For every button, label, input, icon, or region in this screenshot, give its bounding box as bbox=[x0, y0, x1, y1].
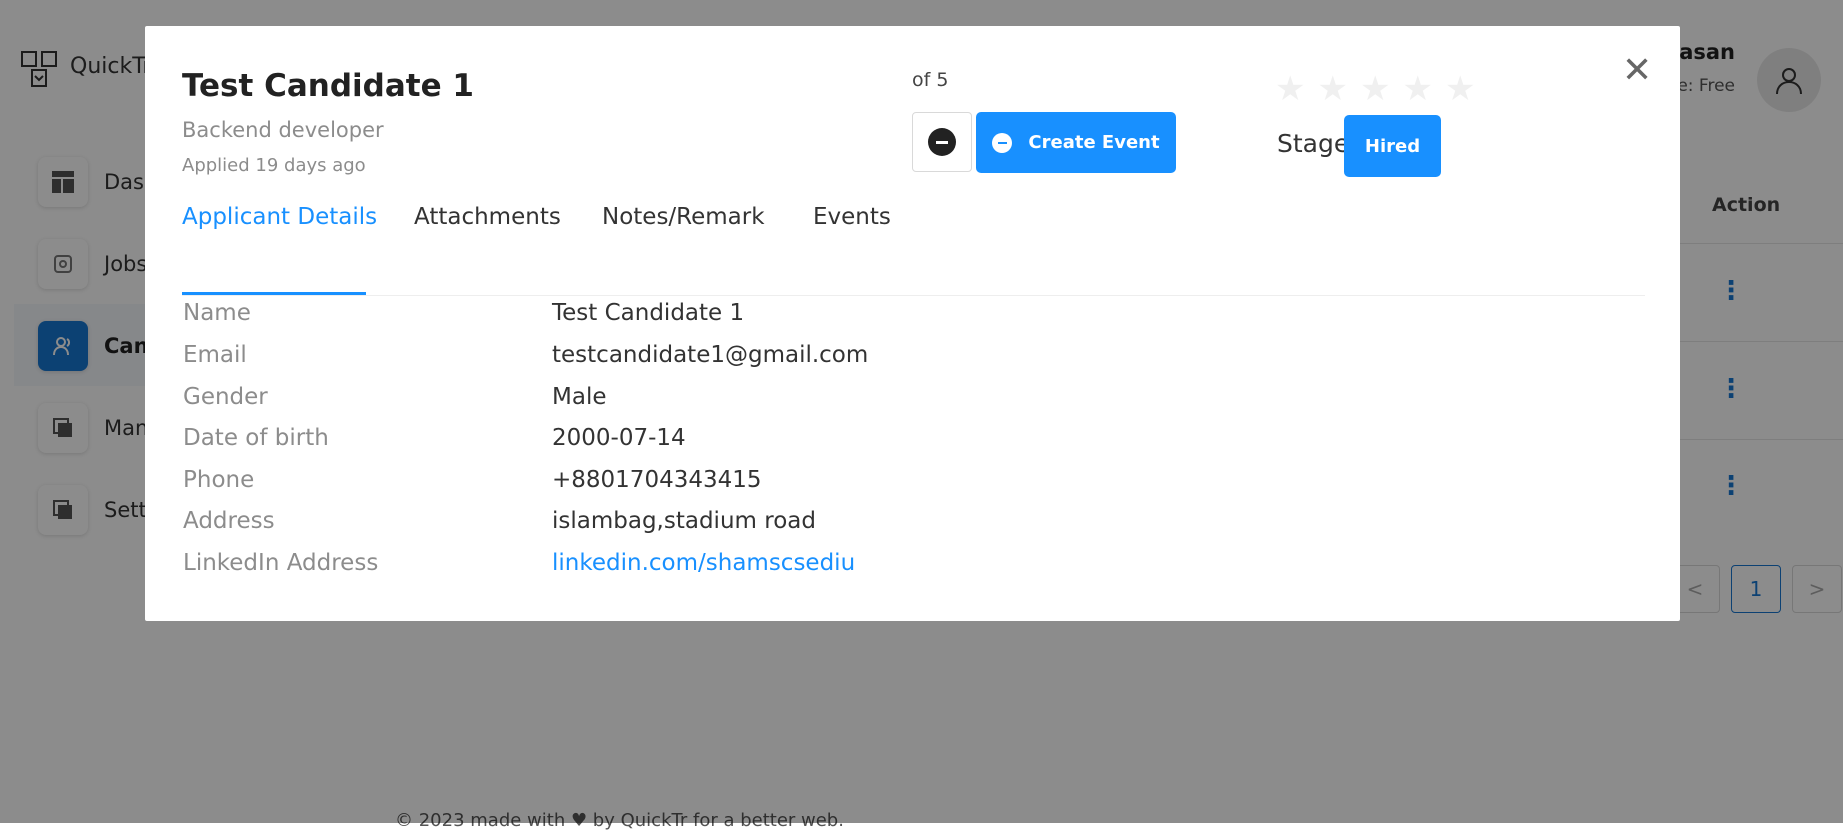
tab-applicant-details[interactable]: Applicant Details bbox=[182, 204, 377, 230]
star-icon[interactable]: ★ bbox=[1360, 72, 1390, 106]
tab-events[interactable]: Events bbox=[813, 204, 891, 230]
candidate-role: Backend developer bbox=[182, 118, 384, 142]
star-icon[interactable]: ★ bbox=[1445, 72, 1475, 106]
stage-select-button[interactable]: Hired bbox=[1344, 115, 1441, 177]
field-label-address: Address bbox=[183, 508, 275, 534]
candidate-modal: Test Candidate 1 Backend developer Appli… bbox=[145, 26, 1680, 621]
candidate-counter: of 5 bbox=[912, 69, 949, 91]
field-label-dob: Date of birth bbox=[183, 425, 329, 451]
field-value-email: testcandidate1@gmail.com bbox=[552, 342, 869, 368]
field-value-gender: Male bbox=[552, 384, 607, 410]
remove-button[interactable] bbox=[912, 112, 972, 172]
rating-stars[interactable]: ★ ★ ★ ★ ★ bbox=[1275, 72, 1475, 106]
candidate-name-title: Test Candidate 1 bbox=[182, 68, 474, 104]
minus-circle-icon bbox=[992, 132, 1013, 153]
active-tab-indicator bbox=[182, 292, 366, 295]
create-event-label: Create Event bbox=[1028, 132, 1160, 153]
minus-circle-icon bbox=[928, 128, 956, 156]
field-label-phone: Phone bbox=[183, 467, 255, 493]
close-icon[interactable]: ✕ bbox=[1622, 53, 1652, 89]
field-label-linkedin: LinkedIn Address bbox=[183, 550, 379, 576]
field-label-email: Email bbox=[183, 342, 247, 368]
tab-bar: Applicant Details Attachments Notes/Rema… bbox=[182, 204, 1645, 296]
field-value-phone: +8801704343415 bbox=[552, 467, 762, 493]
field-value-dob: 2000-07-14 bbox=[552, 425, 686, 451]
tab-notes-remark[interactable]: Notes/Remark bbox=[602, 204, 765, 230]
star-icon[interactable]: ★ bbox=[1317, 72, 1347, 106]
field-value-name: Test Candidate 1 bbox=[552, 300, 745, 326]
applied-date: Applied 19 days ago bbox=[182, 155, 366, 176]
linkedin-link[interactable]: linkedin.com/shamscsediu bbox=[552, 550, 855, 576]
tab-attachments[interactable]: Attachments bbox=[414, 204, 561, 230]
create-event-button[interactable]: Create Event bbox=[976, 112, 1176, 173]
field-label-gender: Gender bbox=[183, 384, 268, 410]
stage-label: Stage bbox=[1277, 129, 1350, 158]
field-value-address: islambag,stadium road bbox=[552, 508, 816, 534]
field-label-name: Name bbox=[183, 300, 251, 326]
star-icon[interactable]: ★ bbox=[1275, 72, 1305, 106]
star-icon[interactable]: ★ bbox=[1402, 72, 1432, 106]
